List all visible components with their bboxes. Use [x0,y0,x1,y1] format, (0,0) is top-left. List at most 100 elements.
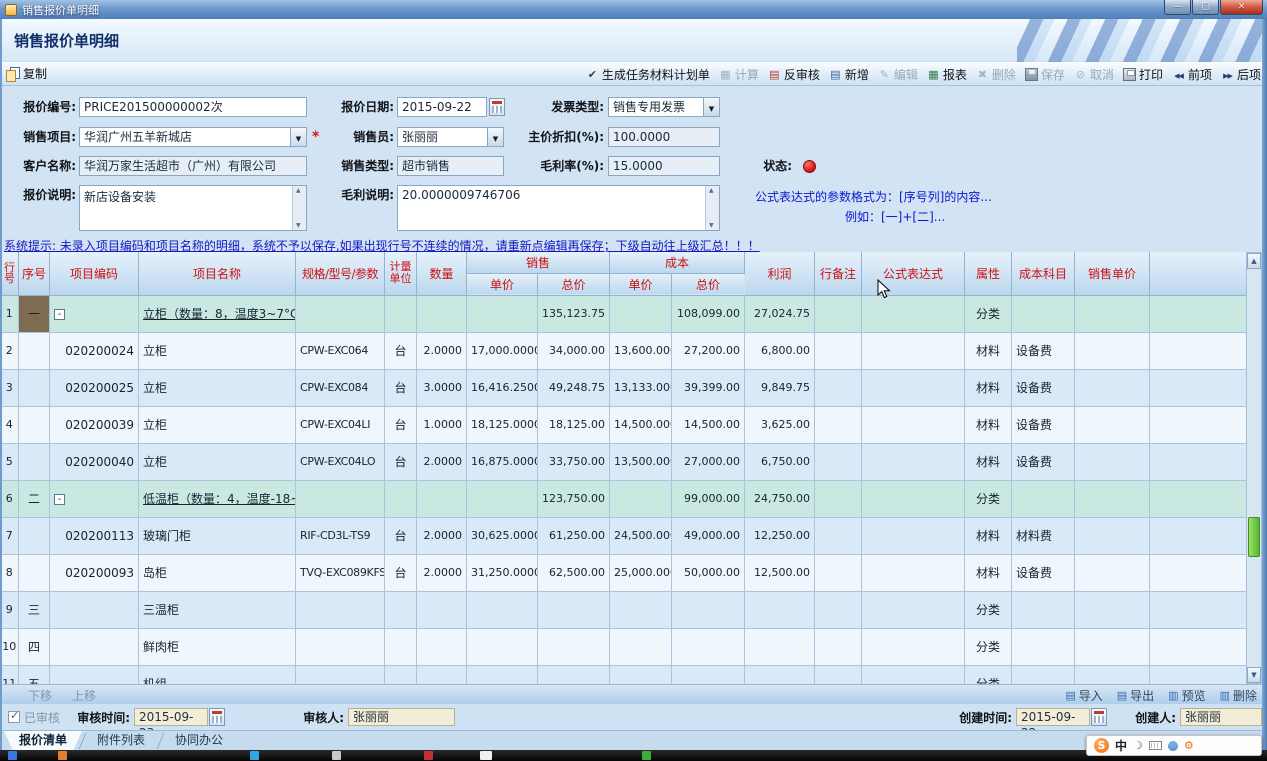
cell-formula[interactable] [862,295,965,332]
export-button[interactable]: ▤导出 [1117,687,1154,704]
date-picker-icon[interactable] [1091,708,1107,726]
toolbar-button-next-item[interactable]: 后项 [1221,66,1261,83]
cell-profit[interactable]: 24,750.00 [745,480,815,517]
cell-filler[interactable] [1150,591,1246,628]
col-header-spec[interactable]: 规格/型号/参数 [296,252,385,295]
cell-spec[interactable]: CPW-EXC04LO [296,443,385,480]
cell-formula[interactable] [862,480,965,517]
cell-no[interactable]: 5 [1,443,19,480]
cell-code[interactable] [50,628,139,665]
moon-icon[interactable]: ☽ [1133,739,1143,752]
cell-cost_total[interactable]: 50,000.00 [672,554,745,591]
cell-profit[interactable]: 3,625.00 [745,406,815,443]
cell-profit[interactable]: 27,024.75 [745,295,815,332]
taskbar-app-icon[interactable] [642,751,651,760]
cell-seq[interactable]: 四 [19,628,50,665]
cell-no[interactable]: 3 [1,369,19,406]
cell-code[interactable] [50,665,139,684]
cell-filler[interactable] [1150,443,1246,480]
cell-spec[interactable] [296,295,385,332]
cell-cost_subject[interactable] [1012,480,1075,517]
cell-sale_price[interactable] [467,295,538,332]
tab-collaboration[interactable]: 协同办公 [160,731,238,751]
cell-sale_total[interactable]: 123,750.00 [538,480,610,517]
collapse-icon[interactable]: - [54,309,65,320]
cell-sale_total[interactable] [538,591,610,628]
audited-checkbox[interactable] [8,711,20,723]
col-header-remark[interactable]: 行备注 [815,252,862,295]
cell-name[interactable]: 立柜 [139,443,296,480]
cell-filler[interactable] [1150,480,1246,517]
minimize-button[interactable]: — [1164,0,1191,15]
cell-unit[interactable] [385,591,417,628]
cell-formula[interactable] [862,369,965,406]
maximize-button[interactable]: □ [1192,0,1219,15]
cell-remark[interactable] [815,406,862,443]
cell-sale_total[interactable]: 18,125.00 [538,406,610,443]
cell-cost_total[interactable]: 14,500.00 [672,406,745,443]
cell-code[interactable]: 020200093 [50,554,139,591]
copy-button[interactable]: 复制 [6,65,47,82]
cell-sale_total[interactable]: 34,000.00 [538,332,610,369]
cell-code[interactable] [50,591,139,628]
cell-cost_price[interactable]: 24,500.0000 [610,517,672,554]
user-icon[interactable] [1168,741,1178,751]
col-header-seq[interactable]: 序号 [19,252,50,295]
cell-unit[interactable]: 台 [385,443,417,480]
cell-code[interactable]: 020200040 [50,443,139,480]
grid-scrollbar[interactable]: ▲ ▼ [1246,252,1262,684]
cell-sale_unit[interactable] [1075,665,1150,684]
col-header-qty[interactable]: 数量 [417,252,467,295]
cell-attr[interactable]: 分类 [965,628,1012,665]
quote-date-input[interactable]: 2015-09-22 [397,97,487,117]
cell-code[interactable]: 020200039 [50,406,139,443]
taskbar-app-icon[interactable] [250,751,259,760]
cell-cost_price[interactable]: 14,500.0000 [610,406,672,443]
import-button[interactable]: ▤导入 [1065,687,1102,704]
cell-cost_price[interactable]: 13,600.0000 [610,332,672,369]
cell-profit[interactable]: 6,800.00 [745,332,815,369]
col-header-code[interactable]: 项目编码 [50,252,139,295]
cell-remark[interactable] [815,295,862,332]
cell-spec[interactable] [296,480,385,517]
cell-sale_total[interactable]: 49,248.75 [538,369,610,406]
cell-unit[interactable]: 台 [385,406,417,443]
cell-sale_total[interactable] [538,628,610,665]
cell-sale_unit[interactable] [1075,406,1150,443]
cell-cost_subject[interactable]: 设备费 [1012,406,1075,443]
scrollbar-thumb[interactable] [1248,517,1260,557]
cell-attr[interactable]: 材料 [965,369,1012,406]
cell-sale_price[interactable]: 31,250.0000 [467,554,538,591]
col-header-cost-total[interactable]: 总价 [672,273,745,295]
cell-sale_total[interactable]: 61,250.00 [538,517,610,554]
cell-seq[interactable]: 五 [19,665,50,684]
cell-attr[interactable]: 分类 [965,480,1012,517]
cell-seq[interactable] [19,332,50,369]
textarea-scrollbar[interactable] [705,186,719,230]
textarea-scrollbar[interactable] [292,186,306,230]
toolbar-button-print[interactable]: 打印 [1123,66,1163,83]
cell-profit[interactable]: 12,250.00 [745,517,815,554]
cell-cost_total[interactable]: 99,000.00 [672,480,745,517]
toolbar-button-prev-item[interactable]: 前项 [1172,66,1212,83]
cell-cost_total[interactable]: 27,200.00 [672,332,745,369]
toolbar-button-cancel[interactable]: 取消 [1074,66,1114,83]
toolbar-button-delete[interactable]: 删除 [976,66,1016,83]
cell-no[interactable]: 4 [1,406,19,443]
cell-sale_price[interactable]: 16,416.2500 [467,369,538,406]
cell-seq[interactable] [19,443,50,480]
cell-remark[interactable] [815,591,862,628]
cell-sale_total[interactable]: 33,750.00 [538,443,610,480]
cell-cost_subject[interactable] [1012,591,1075,628]
cell-profit[interactable]: 9,849.75 [745,369,815,406]
cell-formula[interactable] [862,554,965,591]
cell-remark[interactable] [815,628,862,665]
col-header-cost-group[interactable]: 成本 [610,252,745,273]
cell-no[interactable]: 1 [1,295,19,332]
cell-remark[interactable] [815,554,862,591]
cell-sale_price[interactable]: 30,625.0000 [467,517,538,554]
cell-formula[interactable] [862,591,965,628]
cell-unit[interactable] [385,480,417,517]
taskbar-app-icon[interactable] [424,751,433,760]
discount-input[interactable]: 100.0000 [608,127,720,147]
